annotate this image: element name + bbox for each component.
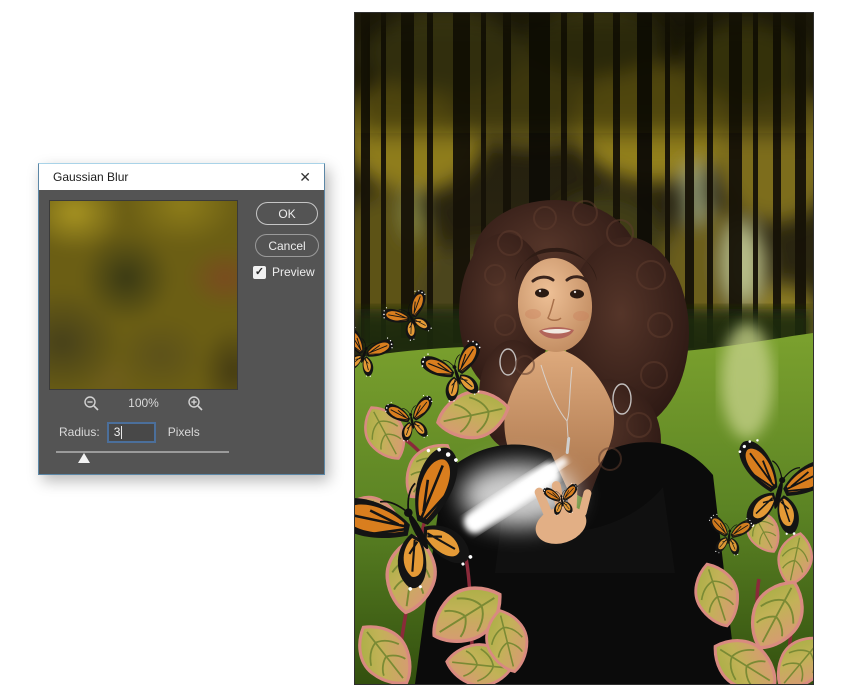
radius-value: 3	[113, 425, 121, 439]
document-canvas[interactable]	[354, 12, 814, 685]
preview-label: Preview	[272, 265, 315, 279]
close-icon[interactable]: ✕	[295, 168, 315, 186]
dialog-titlebar[interactable]: Gaussian Blur ✕	[39, 164, 324, 190]
zoom-in-icon[interactable]	[187, 395, 204, 412]
text-caret	[121, 425, 123, 439]
checkbox-checked-icon[interactable]: ✓	[253, 265, 266, 279]
blurred-forest-preview	[50, 201, 237, 389]
photo-svg	[355, 13, 813, 684]
ok-button[interactable]: OK	[256, 202, 318, 225]
check-mark: ✓	[254, 265, 265, 278]
gaussian-blur-dialog: Gaussian Blur ✕ 100% Radius: 3 Pixels OK…	[38, 163, 325, 475]
zoom-out-icon[interactable]	[83, 395, 100, 412]
radius-slider-thumb[interactable]	[77, 453, 90, 463]
radius-slider[interactable]	[56, 448, 229, 464]
cancel-button[interactable]: Cancel	[255, 234, 319, 257]
zoom-level: 100%	[128, 396, 159, 410]
preview-checkbox[interactable]: ✓ Preview	[253, 265, 315, 279]
dialog-title: Gaussian Blur	[53, 170, 129, 184]
radius-unit: Pixels	[167, 425, 200, 439]
radius-input[interactable]: 3	[106, 421, 156, 443]
blur-preview-thumbnail[interactable]	[49, 200, 238, 390]
radius-label: Radius:	[59, 425, 100, 439]
